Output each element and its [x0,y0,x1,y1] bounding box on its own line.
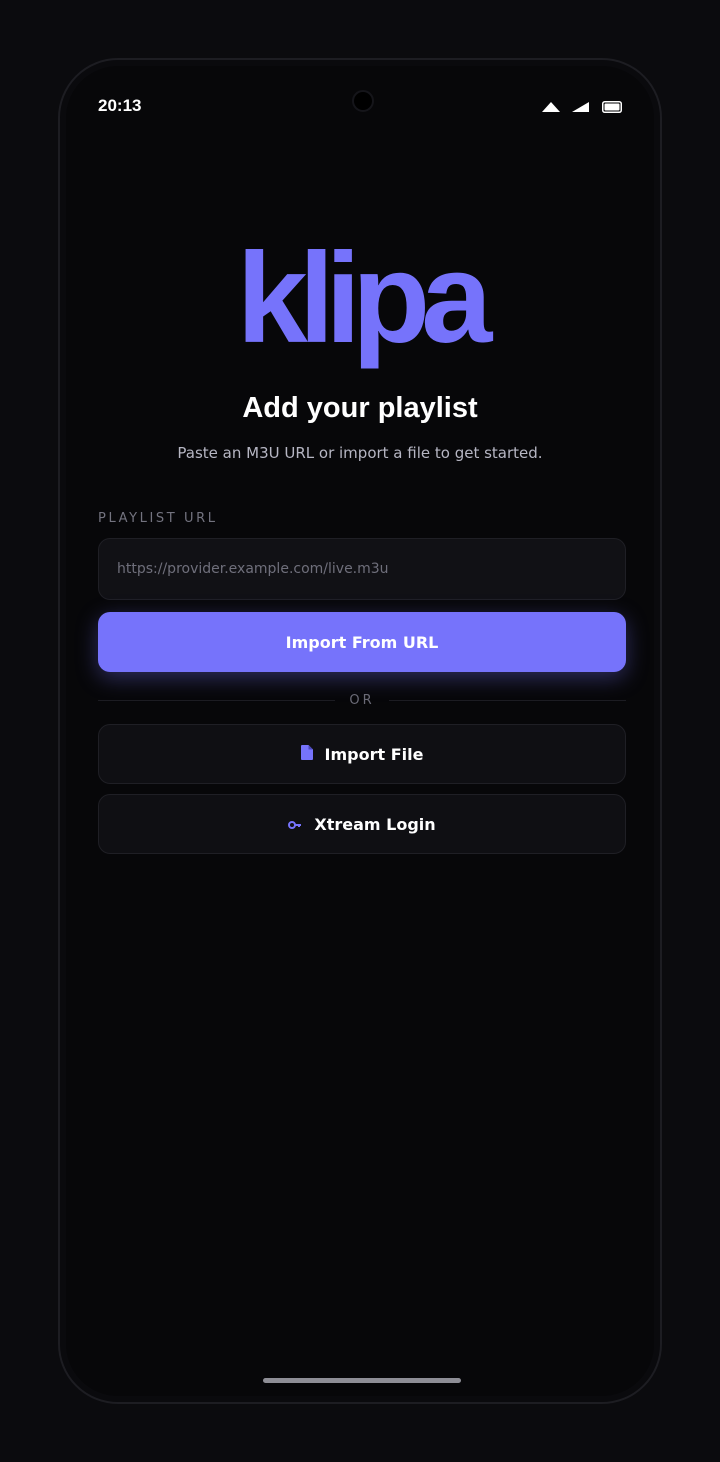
playlist-url-input[interactable] [98,538,626,600]
front-camera [352,90,374,112]
divider-line-left [98,699,336,701]
or-divider: OR [98,690,627,710]
home-indicator[interactable] [263,1378,461,1383]
divider-line-right [388,699,627,701]
signal-icon [572,98,590,117]
wifi-icon [542,98,560,117]
battery-icon [602,98,622,117]
key-icon [288,815,302,834]
import-from-url-label: Import From URL [285,632,439,652]
divider-text: OR [349,692,375,708]
import-file-button[interactable]: Import File [98,724,626,784]
page-subtitle: Paste an M3U URL or import a file to get… [177,444,543,462]
playlist-url-label: PLAYLIST URL [98,511,218,526]
phone-frame: 20:13 klipa Add your playlist Paste an M… [58,58,662,1404]
import-file-label: Import File [324,744,424,764]
xtream-login-button[interactable]: Xtream Login [98,794,626,854]
status-time: 20:13 [98,96,142,115]
brand-logo: klipa [236,227,493,370]
xtream-login-label: Xtream Login [314,814,436,834]
file-icon [300,744,313,764]
page-title: Add your playlist [242,392,478,424]
status-icons [542,98,622,117]
import-from-url-button[interactable]: Import From URL [98,612,626,672]
